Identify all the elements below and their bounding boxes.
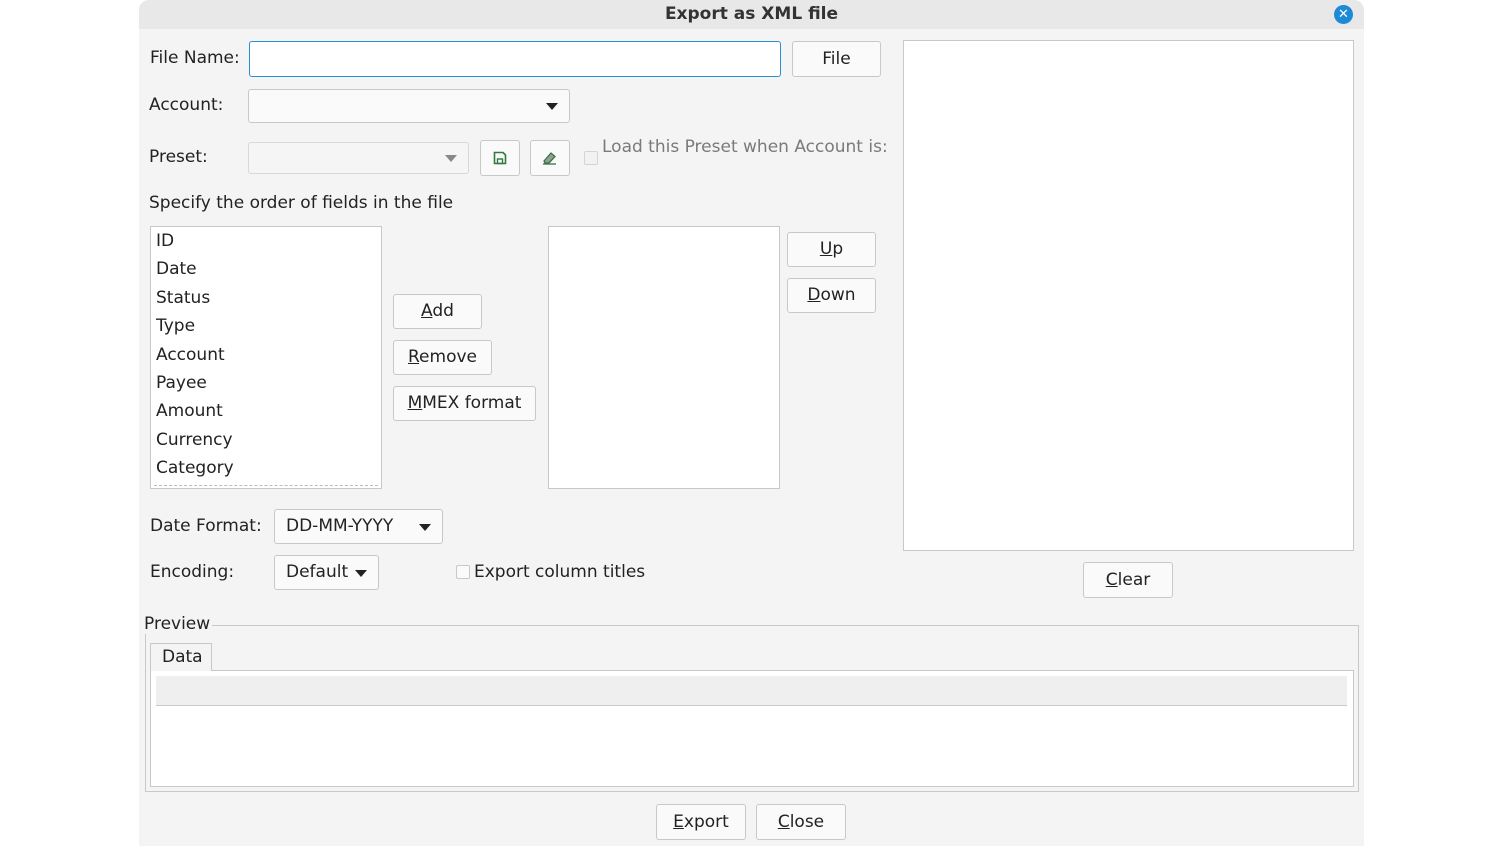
export-xml-dialog: Export as XML file ✕ File Name: File Acc… [139, 0, 1364, 846]
mmex-mnemonic: M [407, 393, 423, 413]
file-button[interactable]: File [792, 41, 881, 77]
list-dashed-edge [154, 485, 378, 486]
mmex-format-button[interactable]: MMEX format [393, 386, 536, 421]
date-format-dropdown[interactable]: DD-MM-YYYY [274, 509, 443, 544]
clear-label: lear [1117, 570, 1151, 590]
save-preset-button[interactable] [480, 140, 520, 176]
close-button[interactable]: Close [756, 804, 846, 840]
down-button[interactable]: Down [787, 278, 876, 313]
export-mnemonic: E [673, 812, 684, 832]
account-label: Account: [149, 95, 224, 115]
chevron-down-icon [445, 155, 457, 162]
account-dropdown[interactable] [248, 89, 570, 123]
down-label: own [820, 285, 856, 305]
list-item[interactable]: Status [151, 284, 381, 312]
tab-data-label: Data [162, 647, 203, 667]
date-format-label: Date Format: [150, 516, 262, 536]
list-item[interactable]: Category [151, 454, 381, 482]
log-panel [903, 40, 1354, 551]
preset-label: Preset: [149, 147, 208, 167]
encoding-dropdown[interactable]: Default [274, 555, 379, 590]
preview-group-label: Preview [144, 614, 213, 634]
down-mnemonic: D [807, 285, 821, 305]
load-preset-label: Load this Preset when Account is: [602, 137, 888, 157]
list-item[interactable]: Currency [151, 426, 381, 454]
chevron-down-icon [546, 103, 558, 110]
list-item[interactable]: ID [151, 227, 381, 255]
preset-dropdown[interactable] [248, 142, 469, 174]
list-item[interactable]: Account [151, 341, 381, 369]
file-name-input[interactable] [249, 41, 781, 77]
encoding-value: Default [286, 562, 349, 582]
eraser-icon [543, 152, 556, 165]
fields-heading: Specify the order of fields in the file [149, 193, 454, 213]
available-fields-list[interactable]: ID Date Status Type Account Payee Amount Curren… [150, 226, 382, 489]
title-bar: Export as XML file ✕ [139, 0, 1364, 29]
remove-mnemonic: R [407, 347, 420, 367]
remove-label: emove [419, 347, 477, 367]
up-button[interactable]: Up [787, 232, 876, 267]
export-titles-label: Export column titles [474, 562, 646, 582]
export-button[interactable]: Export [656, 804, 746, 840]
selected-fields-list[interactable] [548, 226, 780, 489]
tab-data[interactable]: Data [150, 643, 212, 671]
mmex-label: MEX format [422, 393, 522, 413]
up-mnemonic: U [819, 239, 833, 259]
encoding-label: Encoding: [150, 562, 235, 582]
date-format-value: DD-MM-YYYY [286, 516, 394, 536]
load-preset-checkbox[interactable] [584, 151, 598, 165]
close-circle-icon[interactable]: ✕ [1334, 5, 1353, 24]
close-mnemonic: C [777, 812, 790, 832]
list-item[interactable]: Payee [151, 369, 381, 397]
add-label: dd [432, 301, 454, 321]
add-mnemonic: A [421, 301, 433, 321]
add-button[interactable]: Add [393, 294, 482, 329]
remove-button[interactable]: Remove [393, 340, 492, 375]
floppy-disk-icon [493, 151, 507, 165]
list-item[interactable]: Type [151, 312, 381, 340]
list-item[interactable]: Date [151, 255, 381, 283]
chevron-down-icon [355, 570, 367, 577]
clear-log-button[interactable]: Clear [1083, 562, 1173, 598]
file-name-label: File Name: [150, 48, 240, 68]
close-label: lose [789, 812, 825, 832]
clear-preset-button[interactable] [530, 140, 570, 176]
export-titles-checkbox[interactable] [456, 565, 470, 579]
list-item[interactable]: Amount [151, 397, 381, 425]
preview-data-panel [150, 670, 1354, 787]
clear-mnemonic: C [1105, 570, 1118, 590]
preview-table-header [156, 676, 1347, 706]
dialog-title: Export as XML file [664, 4, 839, 24]
chevron-down-icon [419, 524, 431, 531]
up-label: p [832, 239, 844, 259]
export-label: xport [683, 812, 729, 832]
